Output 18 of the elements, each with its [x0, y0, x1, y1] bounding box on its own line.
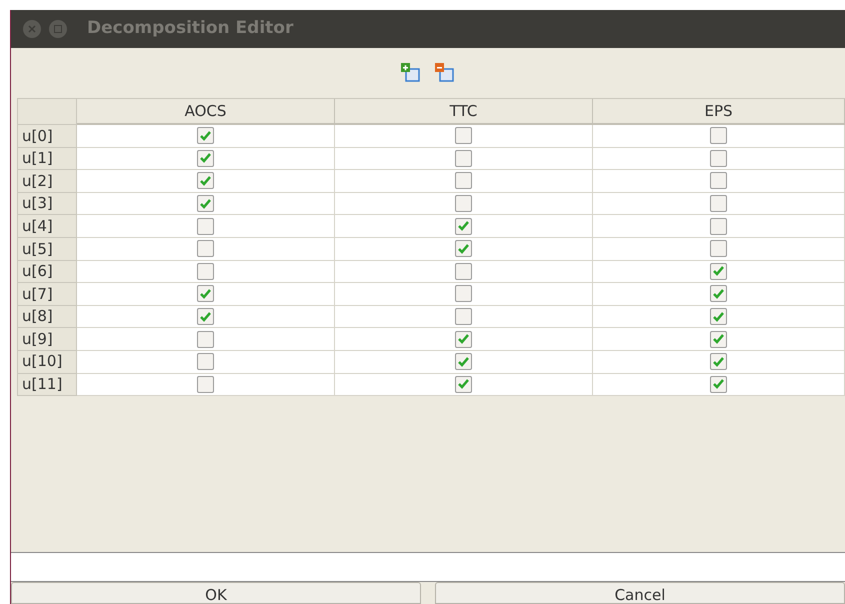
row-header: u[1]: [18, 148, 77, 170]
row-header: u[2]: [18, 170, 77, 193]
column-header[interactable]: TTC: [335, 99, 593, 125]
column-header[interactable]: EPS: [593, 99, 845, 125]
row-header: u[11]: [18, 374, 77, 396]
row-header: u[10]: [18, 350, 77, 374]
row-header: u[7]: [18, 283, 77, 306]
row-header: u[8]: [18, 306, 77, 328]
dialog-button[interactable]: Cancel: [435, 582, 845, 604]
row-header: u[9]: [18, 328, 77, 351]
row-header: u[3]: [18, 192, 77, 216]
dialog-button[interactable]: OK: [11, 582, 421, 604]
column-header[interactable]: AOCS: [77, 99, 335, 125]
row-header: u[4]: [18, 215, 77, 238]
row-header: u[5]: [18, 238, 77, 261]
row-header: u[0]: [18, 125, 77, 148]
row-header: u[6]: [18, 260, 77, 284]
window-title: Decomposition Editor: [87, 17, 294, 40]
